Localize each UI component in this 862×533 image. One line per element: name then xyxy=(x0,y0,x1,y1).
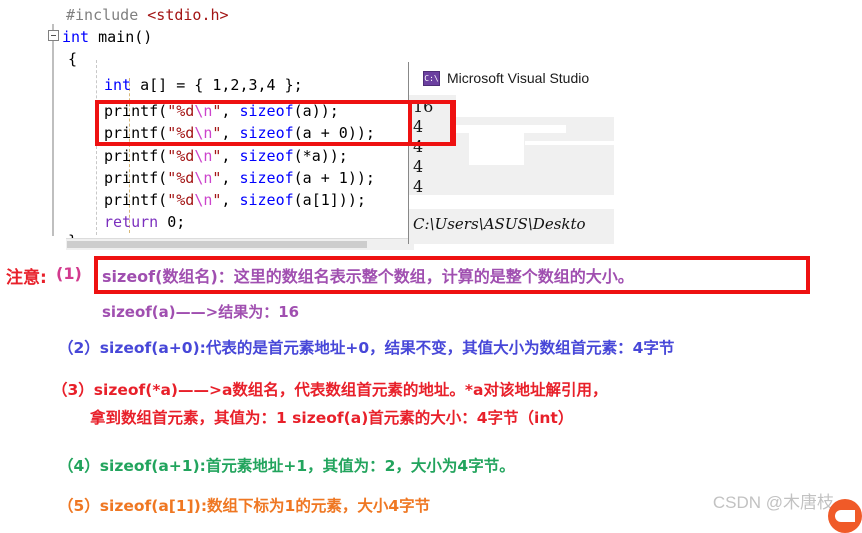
code-line: return 0; xyxy=(104,215,185,230)
note-attention-label: 注意: xyxy=(6,268,47,288)
code-token: "%d xyxy=(167,124,195,142)
code-token: , xyxy=(221,169,240,187)
code-token: main() xyxy=(89,28,153,46)
code-token: (*a)); xyxy=(293,147,348,165)
console-output-line: 4 xyxy=(413,157,424,176)
code-line: printf("%d\n", sizeof(a)); xyxy=(104,104,339,119)
code-token: printf( xyxy=(104,102,168,120)
code-token: { xyxy=(68,50,78,68)
editor-horizontal-scrollbar[interactable] xyxy=(66,238,414,250)
code-token: <stdio.h> xyxy=(147,6,229,24)
console-output-line: 4 xyxy=(413,177,424,196)
code-token: (a)); xyxy=(293,102,339,120)
code-token: \n xyxy=(194,124,213,142)
code-token: \n xyxy=(194,147,213,165)
code-token: int xyxy=(62,28,90,46)
console-window[interactable]: C:\ Microsoft Visual Studio 16 4 4 4 4 C:\Us… xyxy=(408,62,614,244)
code-line: { xyxy=(68,52,77,67)
code-token: return xyxy=(104,213,159,231)
code-token: 0; xyxy=(158,213,186,231)
code-token: printf( xyxy=(104,124,168,142)
code-token: , xyxy=(221,102,240,120)
code-token: sizeof xyxy=(239,169,294,187)
annotation-block: 注意: (1) sizeof(数组名)：这里的数组名表示整个数组，计算的是整个数… xyxy=(0,252,862,527)
console-title-bar: C:\ Microsoft Visual Studio xyxy=(409,62,614,96)
code-token: \n xyxy=(194,169,213,187)
code-token: \n xyxy=(194,102,213,120)
code-token: \n xyxy=(194,191,213,209)
code-token: sizeof xyxy=(239,191,294,209)
code-token: , xyxy=(221,124,240,142)
code-line: #include <stdio.h> xyxy=(66,8,229,23)
code-line: printf("%d\n", sizeof(*a)); xyxy=(104,149,348,164)
code-token: "%d xyxy=(167,169,195,187)
console-path-text: C:\Users\ASUS\Deskto xyxy=(413,215,586,233)
console-output-line: 4 xyxy=(413,117,424,136)
note-item2: （2）sizeof(a+0):代表的是首元素地址+0，结果不变，其值大小为数组首… xyxy=(58,339,675,357)
console-window-title: Microsoft Visual Studio xyxy=(447,70,590,86)
code-token: int xyxy=(104,76,132,94)
code-token: printf( xyxy=(104,169,168,187)
code-editor[interactable]: #include <stdio.h> int main() { int a[] = {… xyxy=(0,0,420,252)
code-token: (a + 1)); xyxy=(293,169,375,187)
console-blank-patch xyxy=(525,141,614,145)
csdn-logo-icon xyxy=(828,499,862,533)
visual-studio-icon: C:\ xyxy=(423,71,440,86)
csdn-watermark: CSDN @木唐枝 xyxy=(712,493,834,512)
code-token: printf( xyxy=(104,147,168,165)
note-item5: （5）sizeof(a[1]):数组下标为1的元素，大小4字节 xyxy=(58,497,431,515)
code-token: a[] = { 1,2,3,4 }; xyxy=(131,76,303,94)
code-token: sizeof xyxy=(239,147,294,165)
code-token: "%d xyxy=(167,191,195,209)
note-item4: （4）sizeof(a+1):首元素地址+1，其值为：2，大小为4字节。 xyxy=(58,457,515,475)
code-line: printf("%d\n", sizeof(a[1])); xyxy=(104,193,366,208)
note-item3-line1: （3）sizeof(*a)——>a数组名，代表数组首元素的地址。*a对该地址解引… xyxy=(52,381,608,399)
scrollbar-thumb[interactable] xyxy=(67,241,367,248)
console-blank-patch xyxy=(456,95,614,117)
console-blank-patch xyxy=(456,125,566,133)
code-line: int main() xyxy=(62,30,152,45)
note-item1-sub: sizeof(a)——>结果为：16 xyxy=(102,303,300,321)
code-token: printf( xyxy=(104,191,168,209)
console-blank-patch xyxy=(469,133,524,165)
console-output-line: 16 xyxy=(413,97,434,116)
code-token: "%d xyxy=(167,147,195,165)
code-line: printf("%d\n", sizeof(a + 0)); xyxy=(104,126,375,141)
console-output-area: 16 4 4 4 4 C:\Users\ASUS\Deskto xyxy=(409,95,614,244)
note-item3-line2: 拿到数组首元素，其值为：1 sizeof(a)首元素的大小：4字节（int） xyxy=(90,409,574,427)
editor-gutter-line xyxy=(52,24,54,236)
code-token: , xyxy=(221,147,240,165)
console-output-line: 4 xyxy=(413,137,424,156)
code-line: int a[] = { 1,2,3,4 }; xyxy=(104,78,303,93)
code-token: sizeof xyxy=(239,102,294,120)
code-collapse-toggle-icon[interactable] xyxy=(48,30,59,41)
console-blank-patch xyxy=(409,195,614,209)
code-token: , xyxy=(221,191,240,209)
code-token: (a + 0)); xyxy=(293,124,375,142)
note-item1-text: sizeof(数组名)：这里的数组名表示整个数组，计算的是整个数组的大小。 xyxy=(102,267,634,286)
code-token: "%d xyxy=(167,102,195,120)
code-token: #include xyxy=(66,6,148,24)
code-line: printf("%d\n", sizeof(a + 1)); xyxy=(104,171,375,186)
indent-guide-1 xyxy=(96,60,97,235)
code-token: sizeof xyxy=(239,124,294,142)
note-item1-number: (1) xyxy=(56,264,82,283)
code-token: (a[1])); xyxy=(293,191,366,209)
